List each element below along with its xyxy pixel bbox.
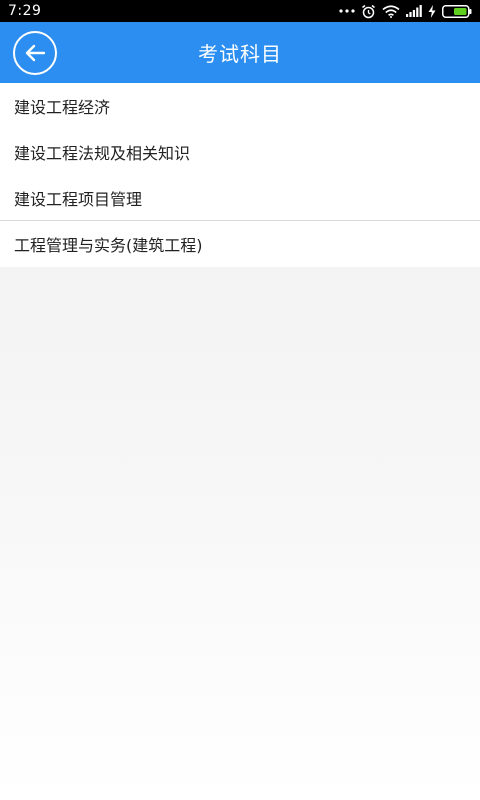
subject-item-construction-practice[interactable]: 工程管理与实务(建筑工程) xyxy=(0,221,480,267)
alarm-clock-icon xyxy=(362,4,375,18)
arrow-left-icon xyxy=(25,44,46,62)
subject-list: 建设工程经济 建设工程法规及相关知识 建设工程项目管理 工程管理与实务(建筑工程… xyxy=(0,83,480,267)
subject-item-project-management[interactable]: 建设工程项目管理 xyxy=(0,175,480,221)
battery-icon xyxy=(442,4,472,18)
subject-item-regulations[interactable]: 建设工程法规及相关知识 xyxy=(0,129,480,175)
wifi-icon xyxy=(382,4,400,18)
more-dots-icon xyxy=(339,9,355,13)
subject-item-economics[interactable]: 建设工程经济 xyxy=(0,83,480,129)
signal-icon xyxy=(406,5,422,17)
status-bar: 7:29 xyxy=(0,0,480,22)
title-bar: 考试科目 xyxy=(0,22,480,83)
back-button[interactable] xyxy=(13,31,57,75)
page-title: 考试科目 xyxy=(198,42,282,66)
charging-bolt-icon xyxy=(428,4,436,18)
status-time: 7:29 xyxy=(8,3,42,19)
status-icons xyxy=(339,4,472,19)
